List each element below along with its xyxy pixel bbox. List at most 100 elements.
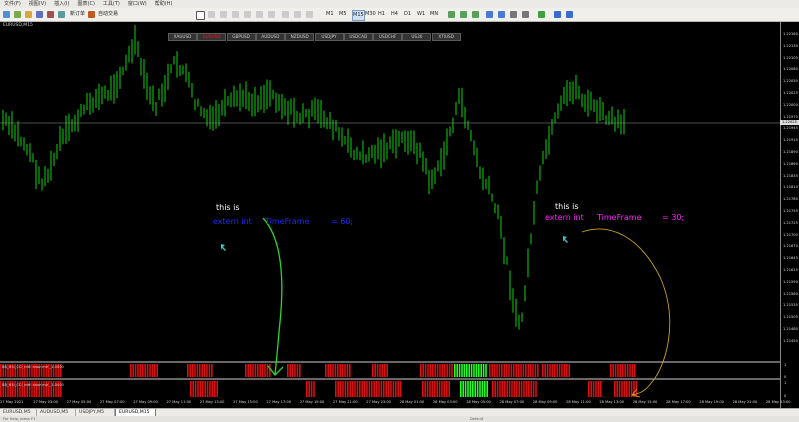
symbol-button-gbpusd[interactable]: GBPUSD (226, 33, 256, 41)
indicator-2-bar (359, 381, 361, 397)
channel-icon[interactable] (256, 11, 263, 18)
indicator-1-bar (201, 364, 203, 377)
label-tool-icon[interactable] (294, 11, 301, 18)
indicator-1-bar (546, 364, 549, 377)
timeframe-button-w1[interactable]: W1 (417, 10, 425, 19)
indicator-1-bar (491, 364, 493, 377)
cursor-icon[interactable] (196, 11, 205, 20)
time-tick-label: 27 May 23:00 (366, 400, 391, 404)
indicator-1-bar (189, 364, 191, 377)
line-chart-icon[interactable] (472, 11, 479, 18)
indicator-1-bar (337, 364, 339, 377)
indicator-1-bar (196, 364, 199, 377)
indicator-2-bar (597, 381, 600, 397)
menu-item-insert[interactable]: 插入(I) (50, 1, 73, 7)
indicator-2-bar (392, 381, 395, 397)
bar-chart-icon[interactable] (448, 11, 455, 18)
vertical-line-icon[interactable] (220, 11, 227, 18)
market-watch-icon[interactable] (25, 11, 32, 18)
menu-item-window[interactable]: 窗口(W) (124, 1, 151, 7)
indicator-2-bar (623, 381, 626, 397)
indicator-1-bar (329, 364, 332, 377)
navigator-icon[interactable] (36, 11, 43, 18)
indicator-2-bar (481, 381, 484, 397)
indicator-2-bar (616, 381, 618, 397)
indicator-1-bar (261, 364, 264, 377)
timeframe-button-m1[interactable]: M1 (326, 10, 334, 19)
indicator-1-bar (489, 364, 491, 377)
metaeditor-icon[interactable] (88, 11, 95, 18)
indicator-2-bar (209, 381, 211, 397)
indicators-icon[interactable] (538, 11, 545, 18)
menu-item-charts[interactable]: 图表(C) (74, 1, 99, 7)
indicator-1-label: BB_RSI_CCI_mtf: kaoz mtf _1.0000 (2, 365, 64, 369)
text-tool-icon[interactable] (282, 11, 289, 18)
indicator-2-bar (204, 381, 206, 397)
indicator-1-bar (566, 364, 568, 377)
annotation-right-extern: extern int (545, 213, 584, 222)
timeframe-button-h4[interactable]: H4 (391, 10, 398, 19)
indicator-2-bar (530, 381, 532, 397)
price-tick-label: 1.21670 (783, 244, 798, 249)
time-tick-label: 28 May 11:00 (566, 400, 591, 404)
indicator-2-bar (190, 381, 192, 397)
menu-item-tools[interactable]: 工具(T) (99, 1, 124, 7)
timeframe-button-h1[interactable]: H1 (378, 10, 385, 19)
time-tick-label: 27 May 07:00 (99, 400, 125, 404)
timeframe-button-mn[interactable]: MN (430, 10, 438, 19)
symbol-button-xtiusd[interactable]: XTIUSD (431, 33, 461, 41)
strategy-tester-icon[interactable] (58, 11, 65, 18)
symbol-button-usdcad[interactable]: USDCAD (343, 33, 373, 41)
terminal-icon[interactable] (47, 11, 54, 18)
templates-icon[interactable] (566, 11, 573, 18)
indicator-1-bar (257, 364, 259, 377)
indicator-1-bar (534, 364, 537, 377)
indicator-1-bar (478, 364, 480, 377)
symbol-button-usdchf[interactable]: USDCHF (373, 33, 403, 41)
symbol-button-nzdusd[interactable]: NZDUSD (285, 33, 315, 41)
indicator-1-bar (247, 364, 249, 377)
price-tick-label: 1.21725 (783, 220, 798, 225)
profiles-icon[interactable] (14, 11, 21, 18)
indicator-2-bar (508, 381, 511, 397)
symbol-button-xauusd[interactable]: XAUUSD (168, 33, 197, 41)
indicator-2-bar (462, 381, 464, 397)
horizontal-line-icon[interactable] (232, 11, 239, 18)
indicator-1-bar (485, 364, 487, 377)
price-tick-label: 1.21945 (783, 126, 798, 131)
indicator-2-bar (516, 381, 518, 397)
new-chart-icon[interactable] (3, 11, 10, 18)
symbol-button-us30[interactable]: US30 (402, 33, 432, 41)
indicator-1-bar (294, 364, 296, 377)
indicator-2-bar (192, 381, 194, 397)
symbol-button-audusd[interactable]: AUDUSD (255, 33, 285, 41)
symbol-button-usdjpy[interactable]: USDJPY (314, 33, 344, 41)
new-order-button[interactable]: 新订单 (70, 10, 85, 19)
menu-item-help[interactable]: 帮助(H) (151, 1, 177, 7)
timeframe-button-m30[interactable]: M30 (365, 10, 376, 19)
zoom-in-icon[interactable] (486, 11, 493, 18)
indicator-2-bar (595, 381, 597, 397)
fibonacci-icon[interactable] (268, 11, 275, 18)
indicator-1-bar (134, 364, 137, 377)
crosshair-icon[interactable] (208, 11, 215, 18)
indicator-2-bar (438, 381, 441, 397)
autoscroll-icon[interactable] (522, 11, 529, 18)
timeframe-button-d1[interactable]: D1 (404, 10, 411, 19)
zoom-out-icon[interactable] (498, 11, 505, 18)
timeframe-button-m5[interactable]: M5 (339, 10, 347, 19)
menu-item-view[interactable]: 视图(V) (25, 1, 50, 7)
tile-windows-icon[interactable] (510, 11, 517, 18)
timeframe-button-m15[interactable]: M15 (352, 10, 365, 21)
symbol-button-eurusd[interactable]: EURUSD (197, 33, 227, 41)
candlestick-icon[interactable] (460, 11, 467, 18)
menu-item-file[interactable]: 文件(F) (0, 1, 25, 7)
periods-icon[interactable] (554, 11, 561, 18)
indicator-1-bar (211, 364, 213, 377)
indicator-2-bar (513, 381, 516, 397)
time-tick-label: 28 May 17:00 (666, 400, 691, 404)
indicator-1-bar (386, 364, 388, 377)
autotrading-button[interactable]: 自动交易 (98, 10, 118, 19)
arrows-tool-icon[interactable] (306, 11, 313, 18)
trendline-icon[interactable] (244, 11, 251, 18)
